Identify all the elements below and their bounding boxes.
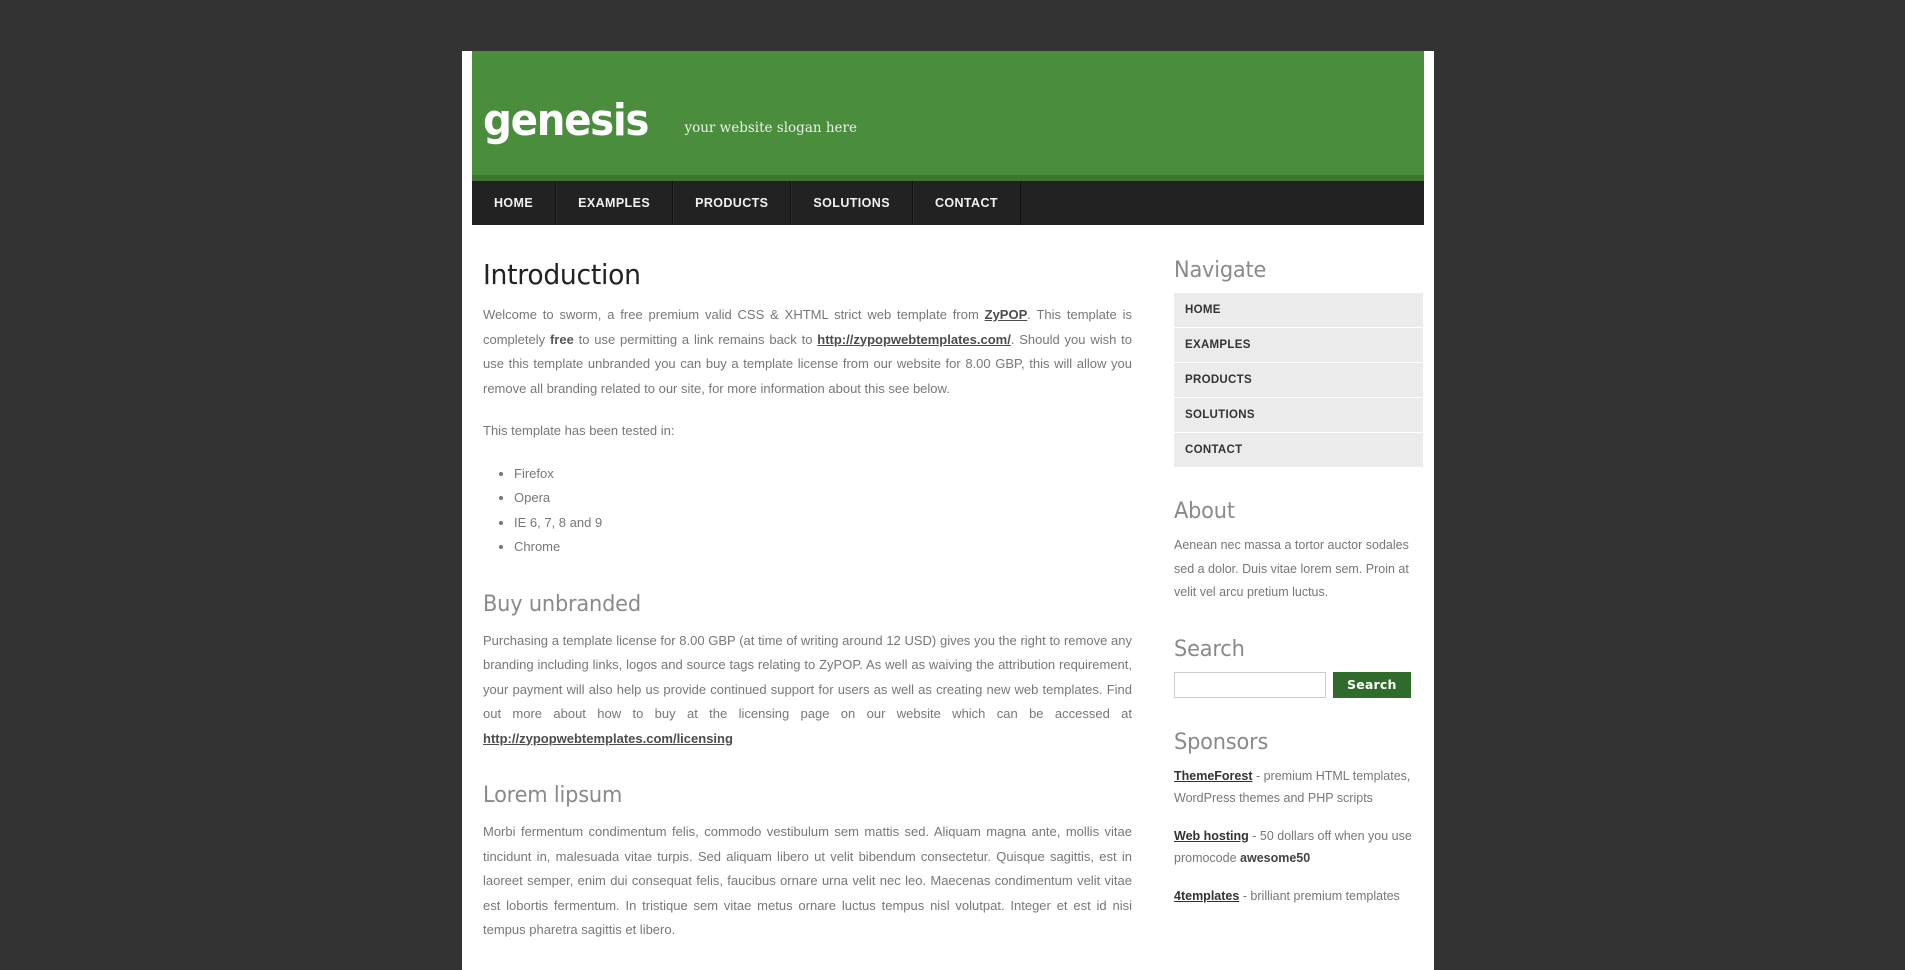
list-item: Opera (514, 486, 1132, 511)
sidebar-sponsors-heading: Sponsors (1174, 729, 1269, 755)
licensing-link[interactable]: http://zypopwebtemplates.com/licensing (483, 731, 733, 746)
sidebar-item-home[interactable]: HOME (1174, 293, 1423, 327)
sidebar-item-products[interactable]: PRODUCTS (1174, 363, 1423, 397)
sidebar-item-solutions[interactable]: SOLUTIONS (1174, 398, 1423, 432)
nav-item-contact[interactable]: CONTACT (913, 181, 1021, 225)
sponsor-promocode: awesome50 (1240, 850, 1311, 865)
nav-item-home[interactable]: HOME (472, 181, 557, 225)
nav-item-solutions[interactable]: SOLUTIONS (791, 181, 913, 225)
tested-intro-paragraph: This template has been tested in: (483, 423, 675, 438)
zypop-url-link[interactable]: http://zypopwebtemplates.com/ (817, 332, 1011, 347)
main-column: Introduction Welcome to sworm, a free pr… (472, 249, 1132, 961)
sponsor-link-web-hosting[interactable]: Web hosting (1174, 829, 1249, 843)
brand-block: genesis your website slogan here (483, 99, 857, 143)
buy-unbranded-paragraph: Purchasing a template license for 8.00 G… (483, 629, 1132, 752)
sponsor-4templates: 4templates - brilliant premium templates (1174, 885, 1423, 907)
search-button[interactable]: Search (1333, 671, 1411, 698)
sponsor-themeforest: ThemeForest - premium HTML templates, Wo… (1174, 765, 1423, 809)
sidebar-navigate-heading: Navigate (1174, 258, 1267, 283)
sponsor-desc: - brilliant premium templates (1239, 888, 1400, 903)
browser-list: Firefox Opera IE 6, 7, 8 and 9 Chrome (483, 462, 1132, 560)
lorem-paragraph: Morbi fermentum condimentum felis, commo… (483, 824, 1132, 937)
sponsor-link-themeforest[interactable]: ThemeForest (1174, 769, 1253, 783)
search-input[interactable] (1174, 671, 1326, 698)
page-title: Introduction (483, 258, 641, 291)
page-sheet: genesis your website slogan here HOME EX… (462, 51, 1434, 970)
sidebar-column: Navigate HOME EXAMPLES PRODUCTS SOLUTION… (1132, 249, 1423, 961)
sponsor-link-4templates[interactable]: 4templates (1174, 889, 1239, 903)
lorem-lipsum-heading: Lorem lipsum (483, 783, 623, 808)
search-form: Search (1174, 671, 1412, 698)
intro-bold-free: free (549, 331, 574, 347)
sidebar-item-contact[interactable]: CONTACT (1174, 433, 1423, 467)
nav-item-products[interactable]: PRODUCTS (673, 181, 792, 225)
main-navigation: HOME EXAMPLES PRODUCTS SOLUTIONS CONTACT (472, 181, 1424, 225)
sidebar-about-text: Aenean nec massa a tortor auctor sodales… (1174, 538, 1409, 599)
nav-item-examples[interactable]: EXAMPLES (556, 181, 674, 225)
buy-unbranded-heading: Buy unbranded (483, 591, 641, 617)
intro-text-part3: to use permitting a link remains back to (573, 331, 818, 347)
site-logo[interactable]: genesis (483, 99, 649, 143)
content-wrapper: Introduction Welcome to sworm, a free pr… (462, 225, 1434, 961)
zypop-link[interactable]: ZyPOP (985, 307, 1028, 322)
buy-text-part1: Purchasing a template license for 8.00 G… (483, 632, 1132, 722)
sidebar-about-heading: About (1174, 499, 1235, 524)
sidebar-search-heading: Search (1174, 636, 1245, 662)
list-item: Chrome (514, 535, 1132, 560)
site-header: genesis your website slogan here (472, 51, 1424, 181)
intro-paragraph: Welcome to sworm, a free premium valid C… (483, 303, 1132, 401)
intro-text-part1: Welcome to sworm, a free premium valid C… (483, 307, 985, 322)
sidebar-item-examples[interactable]: EXAMPLES (1174, 328, 1423, 362)
site-slogan: your website slogan here (684, 120, 857, 136)
list-item: IE 6, 7, 8 and 9 (514, 511, 1132, 536)
list-item: Firefox (514, 462, 1132, 487)
sponsor-web-hosting: Web hosting - 50 dollars off when you us… (1174, 825, 1423, 869)
sidebar-navigation: HOME EXAMPLES PRODUCTS SOLUTIONS CONTACT (1174, 293, 1423, 467)
